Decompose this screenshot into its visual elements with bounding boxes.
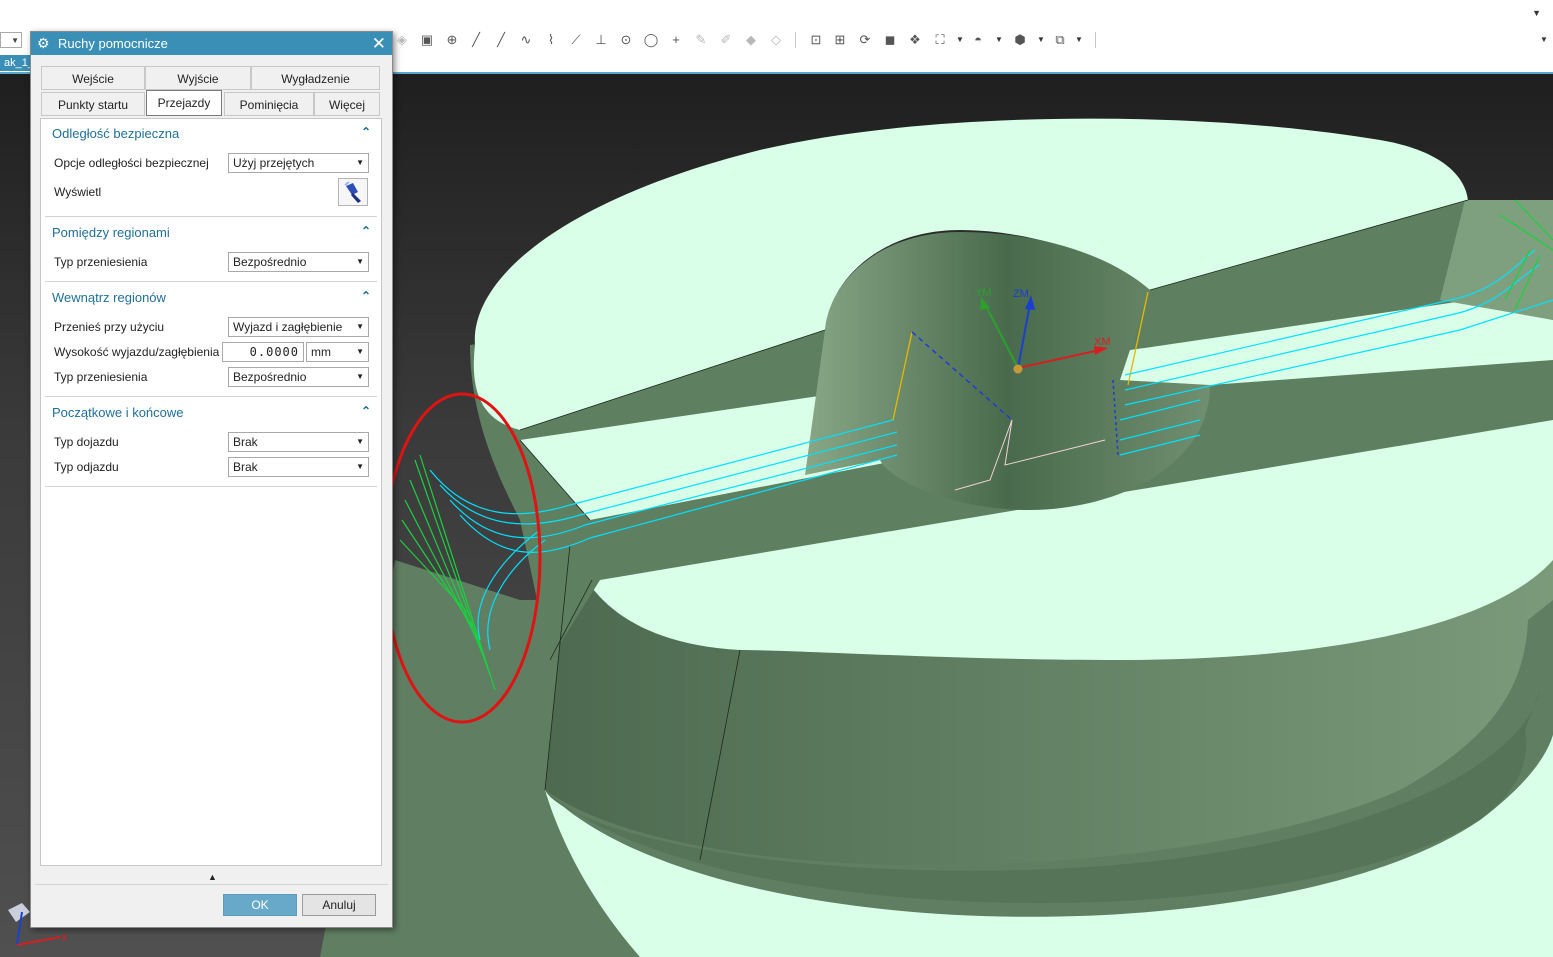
lift-height-label: Wysokość wyjazdu/zagłębienia [54,345,220,359]
rotate-icon[interactable]: ⟳ [857,32,873,48]
zoom-icon[interactable]: ⊞ [832,32,848,48]
cube-faded-icon[interactable]: ◈ [394,32,410,48]
cancel-button[interactable]: Anuluj [302,894,376,916]
cube-icon[interactable]: ▣ [419,32,435,48]
departure-type-select[interactable]: Brak ▼ [228,457,369,477]
gear-icon: ⚙ [37,35,50,51]
within-transfer-type-label: Typ przeniesienia [54,370,148,384]
close-icon[interactable]: ✕ [372,32,386,55]
curve-icon[interactable]: ∿ [518,32,534,48]
circle-point-icon[interactable]: ⊙ [618,32,634,48]
shaded-icon[interactable]: ◼ [882,32,898,48]
tab-entry[interactable]: Wejście [41,66,145,90]
departure-type-value: Brak [233,460,258,474]
line-icon[interactable]: ╱ [493,32,509,48]
collapse-icon[interactable]: ⌃ [361,224,371,238]
tab-more[interactable]: Więcej [314,92,380,116]
tab-exit[interactable]: Wyjście [145,66,251,90]
chevron-down-icon: ▼ [356,437,364,446]
section-header-safe-distance[interactable]: Odległość bezpieczna [52,126,179,141]
transfer-using-label: Przenieś przy użyciu [54,320,165,334]
point-on-curve-icon[interactable]: ⟋ [568,32,584,48]
tab-transfers[interactable]: Przejazdy [146,90,222,116]
fit-icon[interactable]: ⊡ [808,32,824,48]
pencil-icon[interactable]: ✎ [693,32,709,48]
collapse-icon[interactable]: ⌃ [361,289,371,303]
within-transfer-type-select[interactable]: Bezpośrednio ▼ [228,367,369,387]
eraser-icon[interactable]: ✐ [718,32,734,48]
plus-icon[interactable]: + [668,32,684,48]
line-icon[interactable]: ╱ [468,32,484,48]
collapse-icon[interactable]: ⌃ [361,404,371,418]
transfer-using-select[interactable]: Wyjazd i zagłębienie ▼ [228,317,369,337]
lift-height-unit-value: mm [311,345,331,359]
view-icon[interactable]: ◇ [768,32,784,48]
axis-label-y: YM [975,287,992,299]
section-header-between-regions[interactable]: Pomiędzy regionami [52,225,170,240]
tab-panel: Odległość bezpieczna ⌃ Opcje odległości … [40,118,382,866]
lift-height-unit-select[interactable]: mm ▼ [306,342,369,362]
dialog-titlebar[interactable]: ⚙ Ruchy pomocnicze ✕ [31,32,392,55]
render-icon[interactable]: ❖ [907,32,923,48]
axis-label-x: XM [1094,336,1111,348]
auxiliary-moves-dialog: ⚙ Ruchy pomocnicze ✕ Wejście Wyjście Wyg… [30,31,393,928]
between-transfer-type-label: Typ przeniesienia [54,255,148,269]
triad-x-label: X [61,933,68,944]
chevron-down-icon: ▼ [356,257,364,266]
chevron-down-icon: ▼ [356,158,364,167]
approach-type-label: Typ dojazdu [54,435,119,449]
safe-distance-options-value: Użyj przejętych [233,156,315,170]
orient-icon[interactable]: ⛶ [932,32,948,48]
flashlight-icon [344,181,361,203]
dialog-title: Ruchy pomocnicze [58,36,168,51]
ok-button[interactable]: OK [223,894,297,916]
safe-distance-options-select[interactable]: Użyj przejętych ▼ [228,153,369,173]
approach-type-value: Brak [233,435,258,449]
window-menu-dropdown-icon[interactable]: ▼ [1532,8,1541,18]
expand-dialog-icon[interactable]: ▲ [208,872,217,882]
axis-label-z: ZM [1013,288,1029,300]
chevron-down-icon: ▼ [356,462,364,471]
chevron-down-icon: ▼ [356,372,364,381]
tab-smoothing[interactable]: Wygładzenie [251,66,380,90]
tab-start-points[interactable]: Punkty startu [41,92,145,116]
section-icon[interactable]: ⬢ [1012,32,1028,48]
section-header-initial-final[interactable]: Początkowe i końcowe [52,405,184,420]
chevron-down-icon: ▼ [356,347,364,356]
display-label: Wyświetl [54,185,102,199]
between-transfer-type-value: Bezpośrednio [233,255,307,269]
crosshair-icon[interactable]: ⊕ [444,32,460,48]
spline-icon[interactable]: ⌇ [543,32,559,48]
section-header-within-regions[interactable]: Wewnątrz regionów [52,290,166,305]
collapse-icon[interactable]: ⌃ [361,125,371,139]
lift-height-input[interactable]: 0.0000 [222,342,304,362]
approach-type-select[interactable]: Brak ▼ [228,432,369,452]
circle-icon[interactable]: ◯ [643,32,659,48]
transfer-using-value: Wyjazd i zagłębienie [233,320,343,334]
title-strip: ▼ [0,0,1553,29]
departure-type-label: Typ odjazdu [54,460,119,474]
display-button[interactable] [338,178,368,206]
snap-icon[interactable]: ◆ [743,32,759,48]
point-icon[interactable]: ⊥ [593,32,609,48]
layers-icon[interactable]: ⧉ [1052,32,1068,48]
left-combo[interactable]: ▼ [0,32,22,48]
visibility-icon[interactable]: ◓ [970,32,986,48]
between-transfer-type-select[interactable]: Bezpośrednio ▼ [228,252,369,272]
chevron-down-icon: ▼ [356,322,364,331]
tab-skips[interactable]: Pominięcia [224,92,314,116]
safe-distance-options-label: Opcje odległości bezpiecznej [54,156,209,170]
within-transfer-type-value: Bezpośrednio [233,370,307,384]
